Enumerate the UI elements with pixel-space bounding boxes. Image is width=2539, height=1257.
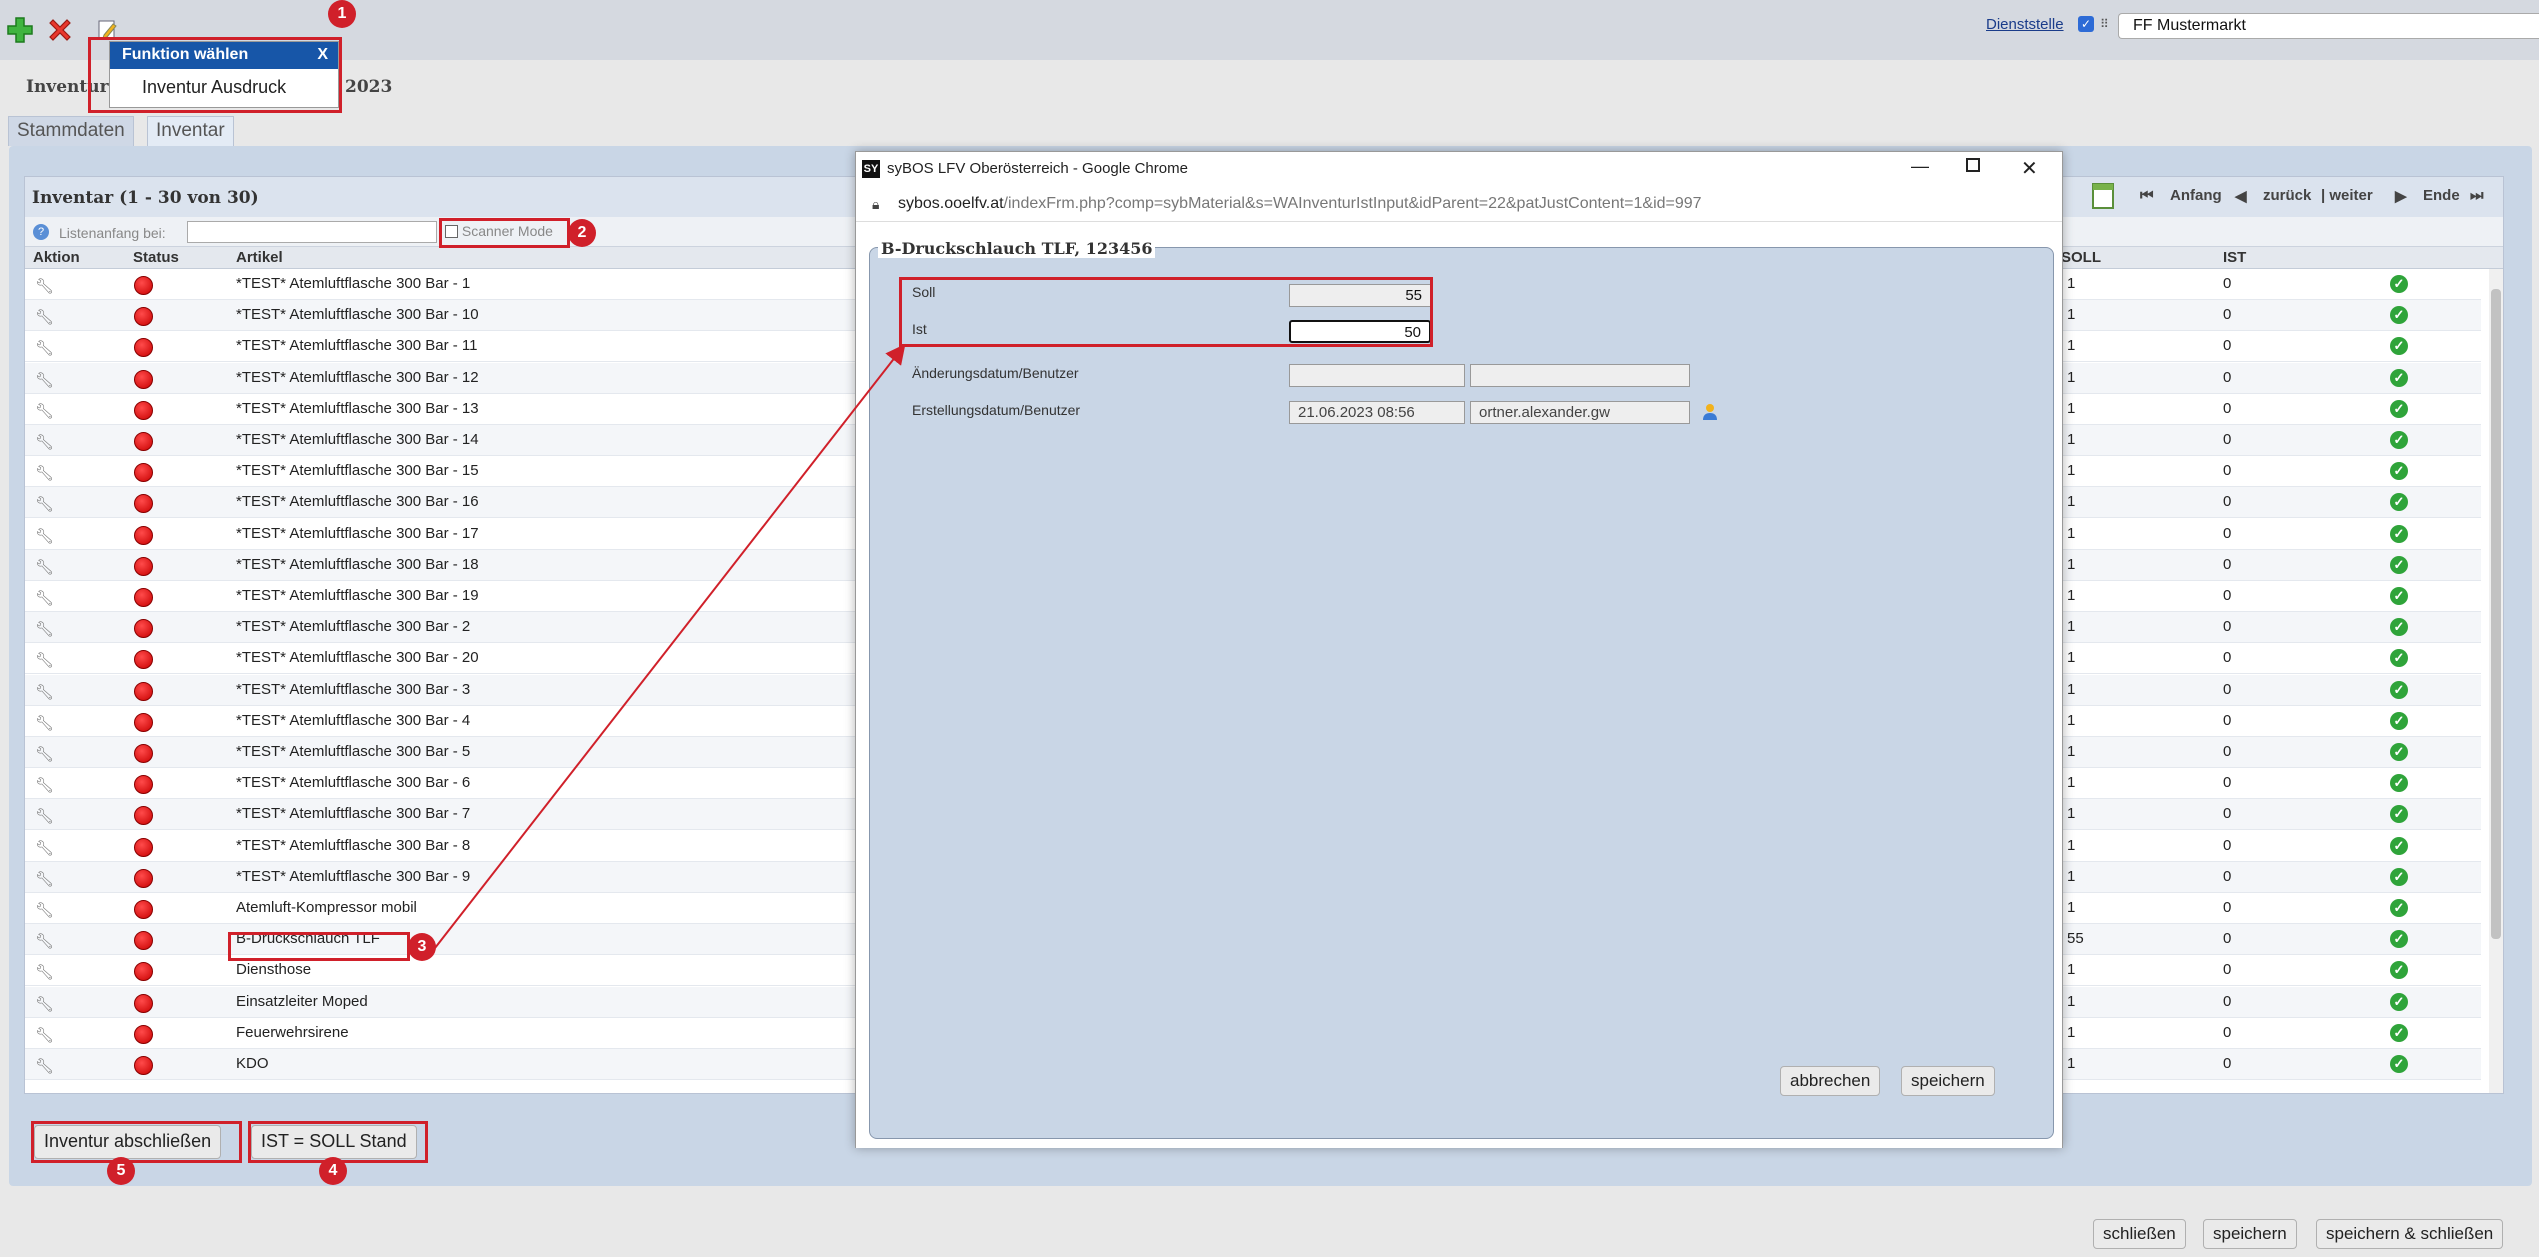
annotation-arrow (434, 343, 906, 949)
